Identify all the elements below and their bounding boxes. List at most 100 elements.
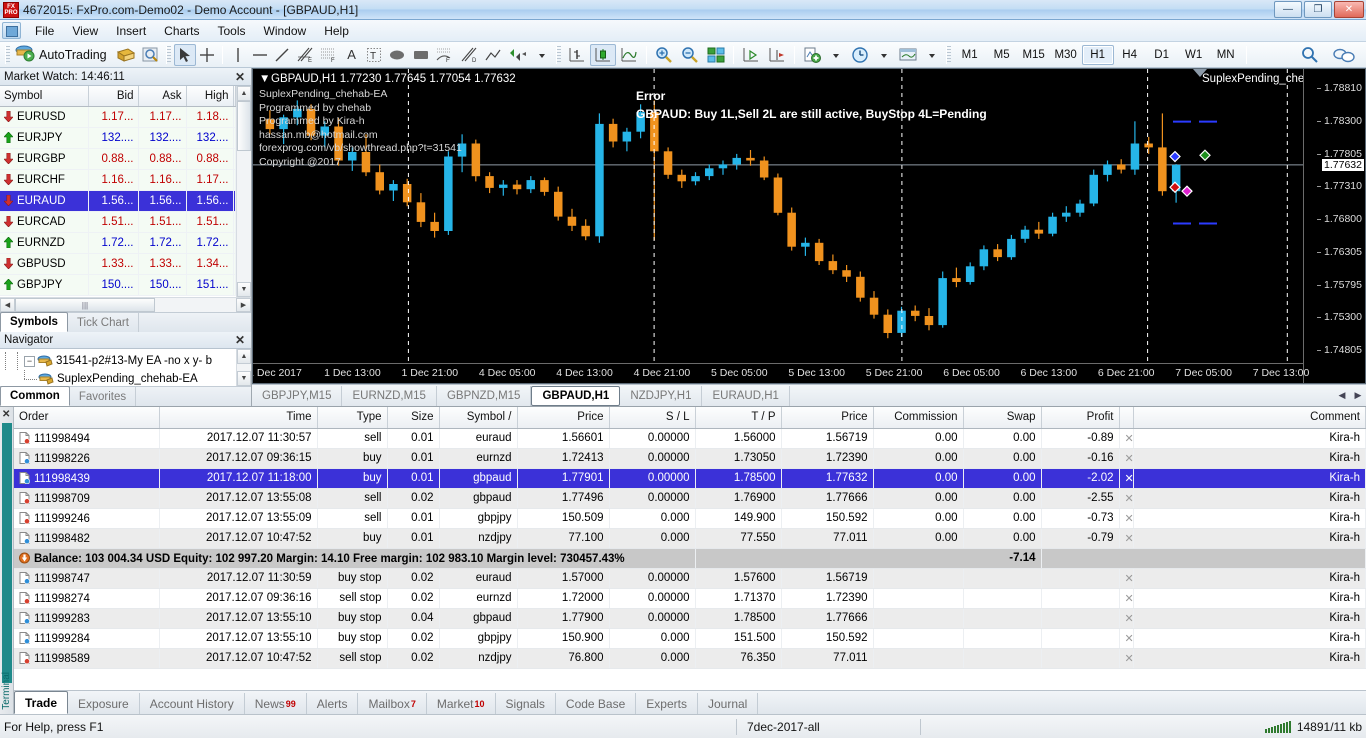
timeframe-m30[interactable]: M30 (1050, 45, 1082, 65)
navigator-vscrollbar[interactable]: ▲ ▼ (236, 349, 251, 386)
terminal-tab-signals[interactable]: Signals (496, 693, 556, 714)
table-row[interactable]: 1119992462017.12.07 13:55:09sell0.01gbpj… (14, 508, 1366, 528)
search-icon[interactable] (1298, 44, 1322, 66)
scroll-thumb[interactable] (237, 101, 251, 151)
mw-symbol-cell[interactable]: EURJPY (0, 127, 88, 148)
mw-symbol-cell[interactable]: GBPJPY (0, 274, 88, 295)
fibo-fan-icon[interactable]: D (457, 44, 481, 66)
column-symbol[interactable]: Symbol (0, 86, 88, 106)
timeframe-h1[interactable]: H1 (1082, 45, 1114, 65)
mw-symbol-cell[interactable]: EURAUD (0, 190, 88, 211)
tile-windows-icon[interactable] (703, 44, 729, 66)
chart-window[interactable]: ▼GBPAUD,H1 1.77230 1.77645 1.77054 1.776… (252, 68, 1366, 384)
timeframe-w1[interactable]: W1 (1178, 45, 1210, 65)
templates-caret[interactable] (921, 44, 943, 66)
timeframe-m1[interactable]: M1 (954, 45, 986, 65)
close-order-icon[interactable]: ✕ (1119, 608, 1133, 628)
table-row[interactable]: 1119984822017.12.07 10:47:52buy0.01nzdjp… (14, 528, 1366, 548)
col-commission[interactable]: Commission (873, 407, 963, 428)
new-chart-icon[interactable] (799, 44, 825, 66)
col-time[interactable]: Time (159, 407, 317, 428)
terminal-tab-news[interactable]: News99 (245, 693, 307, 714)
tab-common[interactable]: Common (0, 386, 70, 406)
shift-end-icon[interactable] (738, 44, 764, 66)
text-tool-icon[interactable]: A (341, 44, 363, 66)
close-order-icon[interactable]: ✕ (1119, 568, 1133, 588)
chart-collapse-icon[interactable]: ▼ (259, 73, 271, 85)
table-row[interactable]: 1119982262017.12.07 09:36:15buy0.01eurnz… (14, 448, 1366, 468)
market-watch-row[interactable]: EURNZD1.72...1.72...1.72...1 (0, 232, 236, 253)
mw-symbol-cell[interactable]: EURGBP (0, 148, 88, 169)
terminal-tab-mailbox[interactable]: Mailbox7 (358, 693, 426, 714)
scroll-right-icon[interactable]: ▶ (236, 298, 251, 312)
table-row[interactable]: 1119984392017.12.07 11:18:00buy0.01gbpau… (14, 468, 1366, 488)
col-tp[interactable]: T / P (695, 407, 781, 428)
scroll-down-icon[interactable]: ▼ (237, 282, 251, 297)
close-order-icon[interactable]: ✕ (1119, 468, 1133, 488)
andrews-pitchfork-icon[interactable] (481, 44, 505, 66)
equidistant-channel-icon[interactable]: E (293, 44, 317, 66)
scroll-up-icon[interactable]: ▲ (237, 86, 251, 101)
chart-tab-next-icon[interactable]: ▶ (1350, 386, 1366, 406)
menu-help[interactable]: Help (315, 22, 358, 40)
col-profit[interactable]: Profit (1041, 407, 1119, 428)
chart-tab-gbpjpy-m15[interactable]: GBPJPY,M15 (252, 386, 342, 406)
table-row[interactable]: 1119984942017.12.07 11:30:57sell0.01eura… (14, 428, 1366, 448)
menu-tools[interactable]: Tools (209, 22, 255, 40)
chart-tab-prev-icon[interactable]: ◀ (1334, 386, 1350, 406)
period-caret[interactable] (873, 44, 895, 66)
templates-icon[interactable] (895, 44, 921, 66)
ellipse-icon[interactable] (385, 44, 409, 66)
navigator-close-icon[interactable]: ✕ (233, 333, 247, 347)
period-clock-icon[interactable] (847, 44, 873, 66)
zoom-out-icon[interactable] (677, 44, 703, 66)
close-order-icon[interactable]: ✕ (1119, 628, 1133, 648)
terminal-tab-alerts[interactable]: Alerts (307, 693, 359, 714)
menu-view[interactable]: View (63, 22, 107, 40)
menu-file[interactable]: File (26, 22, 63, 40)
close-order-icon[interactable]: ✕ (1119, 428, 1133, 448)
time-scale[interactable]: 1 Dec 20171 Dec 13:001 Dec 21:004 Dec 05… (253, 363, 1303, 383)
col-size[interactable]: Size (387, 407, 439, 428)
chat-icon[interactable] (1330, 44, 1358, 66)
timeframe-mn[interactable]: MN (1210, 45, 1242, 65)
expert-advisors-icon[interactable] (113, 44, 139, 66)
terminal-tab-account-history[interactable]: Account History (140, 693, 245, 714)
line-chart-icon[interactable] (616, 44, 642, 66)
col-symbol[interactable]: Symbol / (439, 407, 517, 428)
bar-chart-icon[interactable] (564, 44, 590, 66)
nav-scroll-down-icon[interactable]: ▼ (237, 371, 251, 386)
arrows-dropdown-icon[interactable] (505, 44, 531, 66)
text-label-icon[interactable]: T (363, 44, 385, 66)
maximize-button[interactable]: ❐ (1304, 1, 1332, 18)
col-price-cur[interactable]: Price (781, 407, 873, 428)
market-watch-close-icon[interactable]: ✕ (233, 70, 247, 84)
menu-window[interactable]: Window (255, 22, 316, 40)
price-scale[interactable]: 1.788101.783001.778051.773101.768001.763… (1303, 69, 1365, 383)
nav-scroll-track[interactable] (237, 364, 251, 371)
chart-tab-euraud-h1[interactable]: EURAUD,H1 (702, 386, 789, 406)
terminal-tab-code-base[interactable]: Code Base (556, 693, 636, 714)
arrows-dropdown-caret[interactable] (531, 44, 553, 66)
market-watch-row[interactable]: EURJPY132....132....132....1 (0, 127, 236, 148)
mw-symbol-cell[interactable]: EURNZD (0, 232, 88, 253)
close-order-icon[interactable]: ✕ (1119, 648, 1133, 668)
chart-tab-gbpaud-h1[interactable]: GBPAUD,H1 (531, 386, 620, 406)
tab-favorites[interactable]: Favorites (70, 387, 136, 406)
scroll-hthumb[interactable]: ||| (15, 298, 155, 312)
column-bid[interactable]: Bid (88, 86, 138, 106)
timeframe-h4[interactable]: H4 (1114, 45, 1146, 65)
market-watch-row[interactable]: EURAUD1.56...1.56...1.56...1 (0, 190, 236, 211)
timeframe-d1[interactable]: D1 (1146, 45, 1178, 65)
rectangle-icon[interactable] (409, 44, 433, 66)
fibo-arcs-icon[interactable]: F (433, 44, 457, 66)
navigator-item-suplex-ea[interactable]: SuplexPending_chehab-EA (0, 370, 251, 386)
terminal-tab-exposure[interactable]: Exposure (68, 693, 140, 714)
table-row[interactable]: 1119987092017.12.07 13:55:08sell0.02gbpa… (14, 488, 1366, 508)
market-watch-vscrollbar[interactable]: ▲ ▼ (236, 86, 251, 297)
col-order[interactable]: Order (14, 407, 159, 428)
menu-insert[interactable]: Insert (107, 22, 155, 40)
timeframe-m5[interactable]: M5 (986, 45, 1018, 65)
close-button[interactable]: ✕ (1334, 1, 1364, 18)
terminal-tab-market[interactable]: Market10 (427, 693, 496, 714)
